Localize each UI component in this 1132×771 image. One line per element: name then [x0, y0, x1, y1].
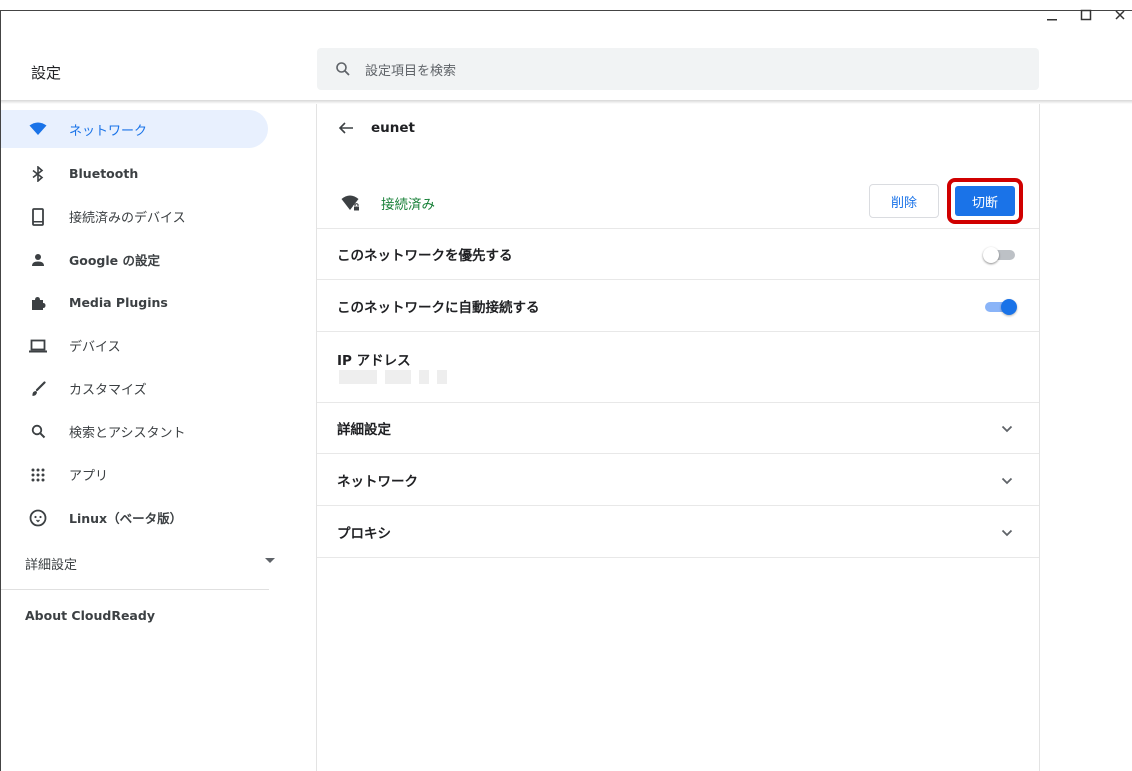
apps-grid-icon: [29, 466, 47, 484]
sidebar-item-label: Bluetooth: [69, 166, 139, 181]
sidebar-item-label: ネットワーク: [69, 123, 148, 139]
sidebar-item-customize[interactable]: カスタマイズ: [1, 367, 271, 410]
sidebar-item-network[interactable]: ネットワーク: [1, 110, 268, 148]
caret-down-icon: [265, 558, 275, 563]
chevron-down-icon: [1001, 529, 1013, 537]
prefer-network-label: このネットワークを優先する: [337, 248, 513, 264]
search-icon: [29, 423, 47, 441]
prefer-network-toggle[interactable]: [983, 247, 1017, 263]
close-icon[interactable]: [1108, 3, 1132, 27]
sidebar-item-label: カスタマイズ: [69, 383, 147, 398]
sidebar-item-google[interactable]: Google の設定: [1, 238, 271, 281]
network-name: eunet: [371, 120, 415, 136]
chevron-down-icon: [1001, 477, 1013, 485]
search-placeholder: 設定項目を検索: [365, 63, 457, 79]
puzzle-icon: [29, 294, 47, 312]
sidebar-divider: [1, 589, 269, 590]
section-label: 詳細設定: [337, 422, 391, 438]
search-input[interactable]: 設定項目を検索: [317, 48, 1039, 90]
ip-address-value-redacted: [339, 370, 447, 384]
phone-icon: [29, 207, 47, 226]
sidebar-advanced-toggle[interactable]: 詳細設定: [1, 541, 275, 585]
sidebar-item-connected-devices[interactable]: 接続済みのデバイス: [1, 195, 271, 238]
forget-button[interactable]: 削除: [869, 184, 939, 218]
app-title: 設定: [31, 64, 62, 82]
sidebar-item-label: アプリ: [69, 469, 109, 484]
brush-icon: [29, 380, 47, 398]
window-controls: [1030, 0, 1132, 30]
connection-status-row: 接続済み 削除 切断: [317, 178, 1039, 229]
sidebar-item-linux[interactable]: Linux（ベータ版）: [1, 496, 271, 539]
search-icon: [336, 62, 350, 76]
toggle-knob: [983, 247, 999, 263]
person-icon: [29, 251, 47, 269]
wifi-secure-icon: [341, 195, 360, 212]
back-arrow-icon[interactable]: [337, 119, 355, 137]
ip-address-label: IP アドレス: [337, 353, 411, 369]
network-detail-card: eunet 接続済み 削除 切断 このネットワークを優先する このネットワークに…: [316, 104, 1040, 771]
network-section-row[interactable]: ネットワーク: [317, 455, 1039, 506]
bluetooth-icon: [29, 165, 47, 183]
chevron-down-icon: [1001, 425, 1013, 433]
sidebar-item-media-plugins[interactable]: Media Plugins: [1, 281, 271, 324]
minimize-icon[interactable]: [1040, 3, 1064, 27]
section-label: ネットワーク: [337, 474, 418, 490]
proxy-section-row[interactable]: プロキシ: [317, 507, 1039, 558]
toggle-knob: [1001, 299, 1017, 315]
header: 設定 設定項目を検索: [1, 40, 1132, 98]
disconnect-button[interactable]: 切断: [955, 186, 1015, 216]
advanced-section-row[interactable]: 詳細設定: [317, 403, 1039, 454]
sidebar-item-label: デバイス: [69, 340, 121, 355]
sidebar-item-label: 検索とアシスタント: [69, 426, 186, 441]
sidebar-item-label: Google の設定: [69, 253, 160, 268]
sidebar-item-label: Media Plugins: [69, 295, 168, 310]
autoconnect-toggle[interactable]: [983, 299, 1017, 315]
subpage-header: eunet: [337, 119, 415, 137]
sidebar-item-about[interactable]: About CloudReady: [1, 608, 271, 623]
ip-address-row: IP アドレス: [317, 332, 1039, 403]
sidebar-item-search-assistant[interactable]: 検索とアシスタント: [1, 410, 271, 453]
section-label: プロキシ: [337, 526, 391, 542]
disconnect-highlight: 切断: [947, 178, 1023, 224]
sidebar: ネットワーク Bluetooth 接続済みのデバイス Google の設定 Me…: [1, 110, 275, 623]
connection-status-text: 接続済み: [381, 197, 435, 213]
wifi-icon: [29, 120, 47, 138]
sidebar-item-apps[interactable]: アプリ: [1, 453, 271, 496]
prefer-network-row: このネットワークを優先する: [317, 229, 1039, 280]
penguin-icon: [29, 509, 47, 527]
sidebar-item-label: 接続済みのデバイス: [69, 211, 186, 226]
laptop-icon: [29, 337, 47, 355]
sidebar-item-device[interactable]: デバイス: [1, 324, 271, 367]
sidebar-item-bluetooth[interactable]: Bluetooth: [1, 152, 271, 195]
maximize-icon[interactable]: [1074, 3, 1098, 27]
autoconnect-label: このネットワークに自動接続する: [337, 300, 540, 316]
autoconnect-row: このネットワークに自動接続する: [317, 281, 1039, 332]
sidebar-advanced-label: 詳細設定: [25, 557, 78, 573]
sidebar-item-label: Linux（ベータ版）: [69, 511, 183, 526]
